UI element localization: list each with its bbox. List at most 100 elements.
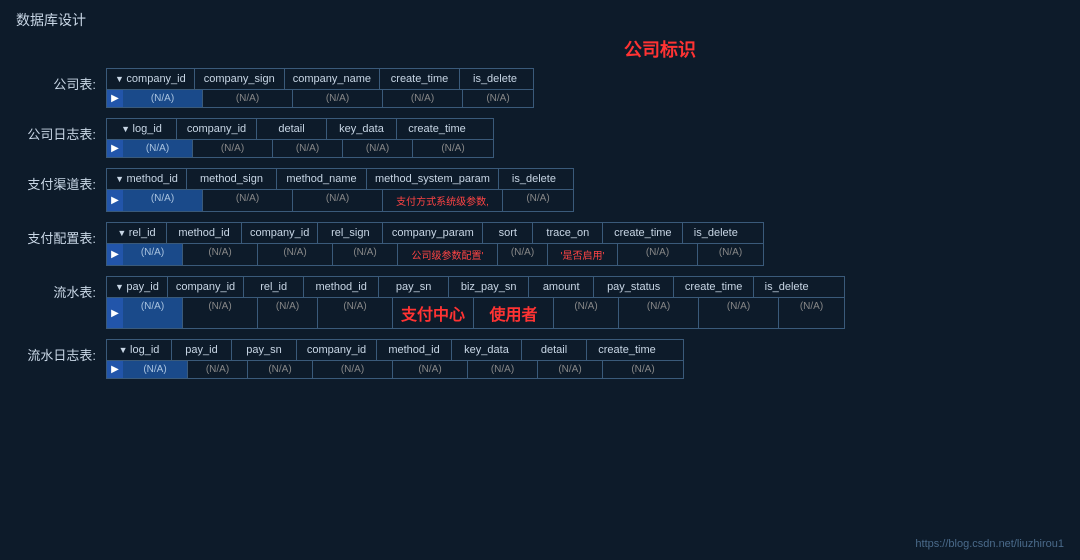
table-label-payment-config-table: 支付配置表:: [16, 222, 106, 247]
col-header-rel_id: ▼ rel_id: [107, 223, 167, 243]
table-row-wrapper-payment-channel-table: 支付渠道表:▼ method_idmethod_signmethod_namem…: [16, 168, 1064, 212]
col-header-key_data: key_data: [327, 119, 397, 139]
col-header-log_id: ▼ log_id: [107, 340, 172, 360]
data-cell-0: (N/A): [123, 190, 203, 211]
col-header-company_sign: company_sign: [195, 69, 285, 89]
data-cell-3: (N/A): [318, 298, 393, 328]
col-header-log_id: ▼ log_id: [107, 119, 177, 139]
company-sign-label: 公司标识: [240, 36, 1080, 62]
data-cell-5: (N/A): [498, 244, 548, 265]
data-cell-1: (N/A): [203, 90, 293, 107]
row-indicator: ▶: [107, 244, 123, 265]
data-cell-1: (N/A): [183, 298, 258, 328]
col-header-trace_on: trace_on: [533, 223, 603, 243]
table-row-wrapper-company-table: 公司表:▼ company_idcompany_signcompany_name…: [16, 68, 1064, 108]
data-cell-2: (N/A): [248, 361, 313, 378]
col-header-company_name: company_name: [285, 69, 380, 89]
col-header-pay_status: pay_status: [594, 277, 674, 297]
data-cell-7: (N/A): [603, 361, 683, 378]
data-cell-5: 使用者: [474, 298, 554, 328]
data-cell-8: (N/A): [699, 298, 779, 328]
row-indicator: ▶: [107, 361, 123, 378]
data-cell-6: (N/A): [538, 361, 603, 378]
data-cell-2: (N/A): [293, 90, 383, 107]
data-cell-4: (N/A): [393, 361, 468, 378]
col-header-company_id: company_id: [168, 277, 244, 297]
company-log-table: ▼ log_idcompany_iddetailkey_datacreate_t…: [106, 118, 494, 158]
col-header-pay_id: pay_id: [172, 340, 232, 360]
col-header-sort: sort: [483, 223, 533, 243]
flow-table: ▼ pay_idcompany_idrel_idmethod_idpay_snb…: [106, 276, 845, 329]
data-cell-4: (N/A): [503, 190, 573, 211]
data-cell-4: (N/A): [413, 140, 493, 157]
data-cell-3: (N/A): [383, 90, 463, 107]
table-label-company-table: 公司表:: [16, 68, 106, 93]
payment-config-table: ▼ rel_idmethod_idcompany_idrel_signcompa…: [106, 222, 764, 266]
col-header-method_id: method_id: [377, 340, 452, 360]
data-cell-2: (N/A): [273, 140, 343, 157]
col-header-is_delete: is_delete: [754, 277, 819, 297]
col-header-is_delete: is_delete: [460, 69, 530, 89]
row-indicator: ▶: [107, 90, 123, 107]
table-row-wrapper-flow-table: 流水表:▼ pay_idcompany_idrel_idmethod_idpay…: [16, 276, 1064, 329]
col-header-detail: detail: [522, 340, 587, 360]
flow-log-table: ▼ log_idpay_idpay_sncompany_idmethod_idk…: [106, 339, 684, 379]
data-cell-4: (N/A): [463, 90, 533, 107]
payment-channel-table: ▼ method_idmethod_signmethod_namemethod_…: [106, 168, 574, 212]
data-cell-2: (N/A): [258, 298, 318, 328]
data-cell-0: (N/A): [123, 298, 183, 328]
data-cell-2: (N/A): [293, 190, 383, 211]
data-cell-8: (N/A): [698, 244, 763, 265]
col-header-pay_sn: pay_sn: [232, 340, 297, 360]
col-header-create_time: create_time: [380, 69, 460, 89]
col-header-is_delete: is_delete: [683, 223, 748, 243]
data-cell-0: (N/A): [123, 140, 193, 157]
col-header-company_id: company_id: [242, 223, 318, 243]
col-header-pay_id: ▼ pay_id: [107, 277, 168, 297]
data-cell-4: 公司级参数配置': [398, 244, 498, 265]
col-header-method_system_param: method_system_param: [367, 169, 499, 189]
data-cell-7: (N/A): [619, 298, 699, 328]
col-header-rel_id: rel_id: [244, 277, 304, 297]
data-cell-0: (N/A): [123, 361, 188, 378]
table-label-company-log-table: 公司日志表:: [16, 118, 106, 143]
data-cell-6: '是否启用': [548, 244, 618, 265]
company-table: ▼ company_idcompany_signcompany_namecrea…: [106, 68, 534, 108]
col-header-method_id: method_id: [167, 223, 242, 243]
data-cell-3: (N/A): [343, 140, 413, 157]
col-header-company_id: ▼ company_id: [107, 69, 195, 89]
data-cell-0: (N/A): [123, 244, 183, 265]
col-header-biz_pay_sn: biz_pay_sn: [449, 277, 529, 297]
table-row-wrapper-company-log-table: 公司日志表:▼ log_idcompany_iddetailkey_datacr…: [16, 118, 1064, 158]
col-header-company_param: company_param: [383, 223, 483, 243]
data-cell-2: (N/A): [258, 244, 333, 265]
row-indicator: ▶: [107, 190, 123, 211]
col-header-create_time: create_time: [674, 277, 754, 297]
col-header-method_id: method_id: [304, 277, 379, 297]
data-cell-1: (N/A): [183, 244, 258, 265]
data-cell-7: (N/A): [618, 244, 698, 265]
data-cell-1: (N/A): [193, 140, 273, 157]
col-header-company_id: company_id: [297, 340, 377, 360]
data-cell-6: (N/A): [554, 298, 619, 328]
watermark: https://blog.csdn.net/liuzhirou1: [915, 538, 1064, 550]
data-cell-9: (N/A): [779, 298, 844, 328]
table-label-flow-table: 流水表:: [16, 276, 106, 301]
col-header-method_sign: method_sign: [187, 169, 277, 189]
col-header-company_id: company_id: [177, 119, 257, 139]
data-cell-5: (N/A): [468, 361, 538, 378]
col-header-pay_sn: pay_sn: [379, 277, 449, 297]
table-label-payment-channel-table: 支付渠道表:: [16, 168, 106, 193]
table-row-wrapper-flow-log-table: 流水日志表:▼ log_idpay_idpay_sncompany_idmeth…: [16, 339, 1064, 379]
page-title: 数据库设计: [0, 0, 1080, 36]
col-header-is_delete: is_delete: [499, 169, 569, 189]
col-header-amount: amount: [529, 277, 594, 297]
col-header-key_data: key_data: [452, 340, 522, 360]
row-indicator: ▶: [107, 140, 123, 157]
data-cell-1: (N/A): [188, 361, 248, 378]
col-header-method_id: ▼ method_id: [107, 169, 187, 189]
data-cell-3: 支付方式系统级参数,: [383, 190, 503, 211]
col-header-detail: detail: [257, 119, 327, 139]
col-header-create_time: create_time: [603, 223, 683, 243]
table-label-flow-log-table: 流水日志表:: [16, 339, 106, 364]
